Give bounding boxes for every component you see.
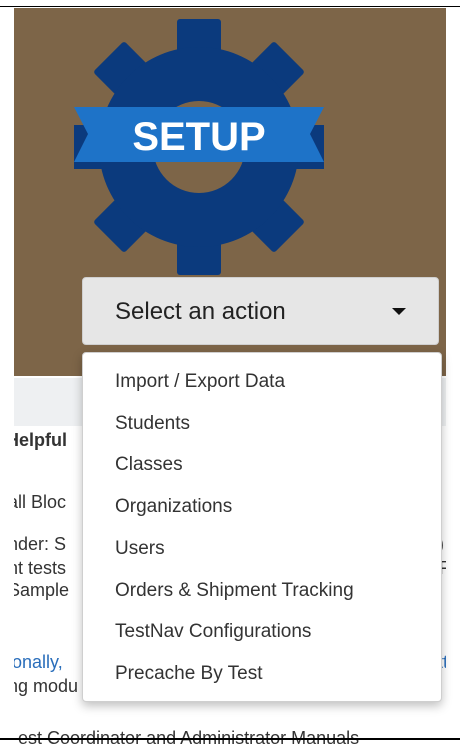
helpful-heading: Helpful [14, 430, 67, 450]
menu-item-import-export[interactable]: Import / Export Data [115, 371, 285, 393]
action-select[interactable]: Select an action [82, 277, 439, 345]
menu-item-testnav-config[interactable]: TestNav Configurations [115, 621, 311, 643]
setup-banner: SETUP [74, 107, 324, 162]
window-bottom-border [0, 738, 460, 740]
menu-item-classes[interactable]: Classes [115, 454, 183, 476]
content-line: ng modu [14, 676, 79, 696]
content-line: all Bloc [14, 492, 67, 512]
menu-item-users[interactable]: Users [115, 538, 165, 560]
content-line: nt tests [14, 558, 67, 578]
content-line[interactable]: ionally, [14, 652, 63, 673]
window-top-border [0, 0, 460, 7]
content-line: nder: S [14, 534, 67, 554]
action-select-label: Select an action [115, 298, 286, 325]
setup-title: SETUP [132, 115, 265, 159]
menu-item-precache[interactable]: Precache By Test [115, 663, 263, 685]
menu-item-students[interactable]: Students [115, 413, 190, 435]
menu-item-organizations[interactable]: Organizations [115, 496, 232, 518]
gear-icon: SETUP [74, 19, 324, 275]
caret-down-icon [392, 308, 406, 315]
action-dropdown-menu: Import / Export Data Students Classes Or… [82, 352, 442, 702]
setup-hero: SETUP Select an action [14, 8, 446, 376]
menu-item-orders-shipment[interactable]: Orders & Shipment Tracking [115, 580, 354, 602]
content-line: Sample [14, 580, 70, 600]
